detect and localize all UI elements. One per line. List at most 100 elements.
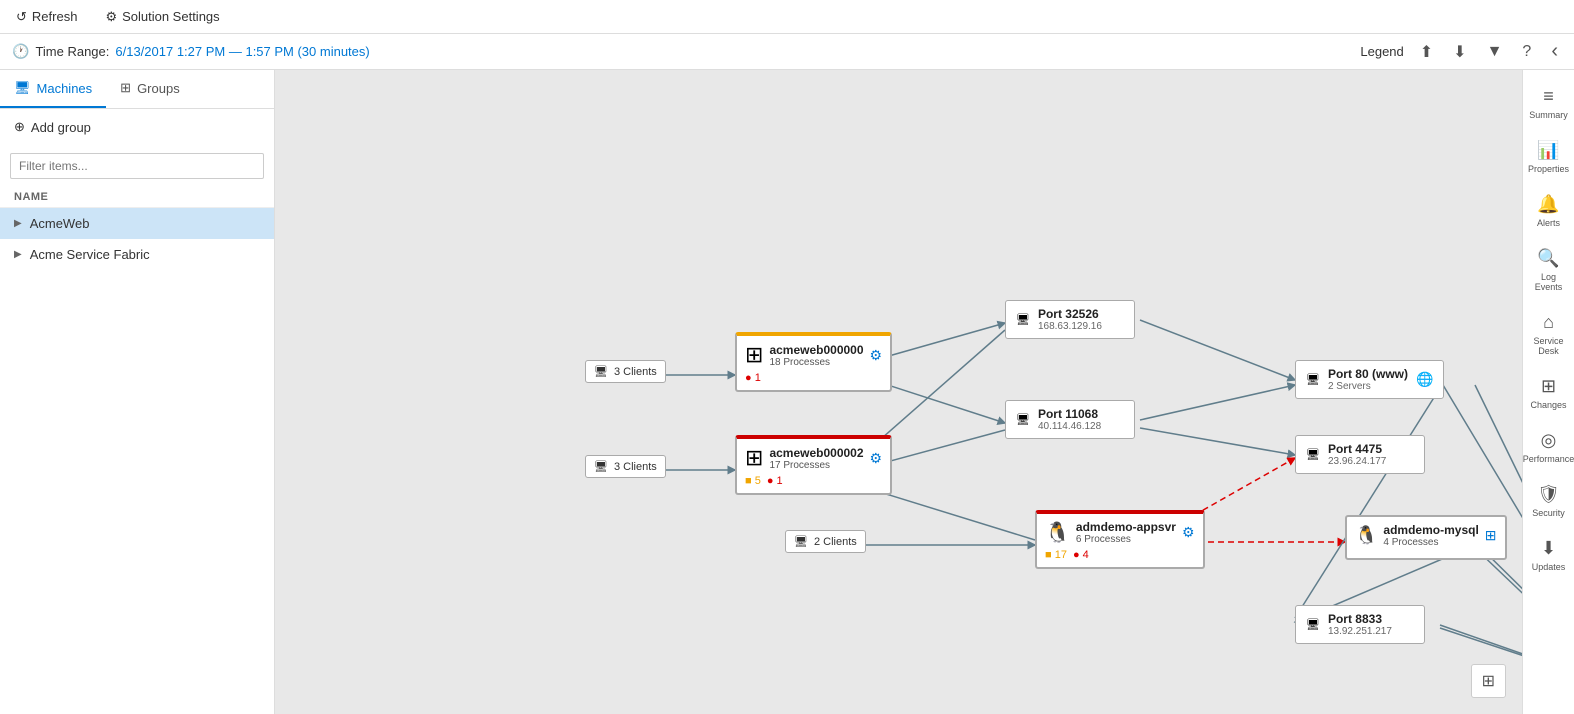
tab-machines-label: Machines [37, 81, 93, 96]
zoom-controls: ⊞ [1471, 664, 1506, 698]
filter-input[interactable] [10, 153, 264, 179]
port-node-32526[interactable]: 🖥 Port 32526 168.63.129.16 [1005, 300, 1135, 339]
port-icon-8833: 🖥 [1306, 618, 1320, 631]
machine-name-3: admdemo-appsvr [1076, 520, 1176, 534]
client-label-1: 3 Clients [614, 366, 657, 378]
name-header-label: NAME [14, 191, 48, 203]
solution-settings-label: Solution Settings [122, 9, 220, 24]
chevron-right-icon: ▶ [14, 249, 22, 260]
windows-icon-2: ⊞ [745, 445, 763, 471]
log-events-button[interactable]: 🔍 Log Events [1523, 240, 1574, 300]
list-header: NAME [0, 187, 274, 208]
add-group-button[interactable]: ⊕ Add group [0, 109, 274, 145]
list-item-acmeweb[interactable]: ▶ AcmeWeb [0, 208, 274, 239]
summary-button[interactable]: ≡ Summary [1523, 78, 1574, 128]
port-info-80: Port 80 (www) 2 Servers [1328, 367, 1408, 392]
log-events-icon: 🔍 [1537, 248, 1559, 269]
port-icon-80: 🖥 [1306, 373, 1320, 386]
port-name-8833: Port 8833 [1328, 612, 1392, 626]
client-node-3[interactable]: 🖥 2 Clients [785, 530, 866, 553]
time-range-right: Legend ⬆ ⬇ ▼ ? ‹ [1360, 36, 1562, 67]
port-name-4475: Port 4475 [1328, 442, 1386, 456]
updates-button[interactable]: ⬇ Updates [1523, 530, 1574, 580]
summary-icon: ≡ [1543, 86, 1554, 107]
client-label-3: 2 Clients [814, 536, 857, 548]
port-name-32526: Port 32526 [1038, 307, 1102, 321]
port-icon-11068: 🖥 [1016, 413, 1030, 426]
security-label: Security [1532, 508, 1565, 518]
legend-label: Legend [1360, 44, 1403, 59]
solution-settings-button[interactable]: ⚙ Solution Settings [99, 5, 225, 29]
time-range-label: Time Range: [35, 44, 109, 59]
right-sidebar: ≡ Summary 📊 Properties 🔔 Alerts 🔍 Log Ev… [1522, 70, 1574, 714]
port-info-8833: Port 8833 13.92.251.217 [1328, 612, 1392, 637]
groups-icon: ⊞ [120, 80, 131, 96]
list-item-acme-service-fabric[interactable]: ▶ Acme Service Fabric [0, 239, 274, 270]
chevron-down-icon: ▶ [14, 218, 22, 229]
main-layout: 🖥 Machines ⊞ Groups ⊕ Add group NAME ▶ A… [0, 70, 1574, 714]
collapse-up-button[interactable]: ⬆ [1416, 38, 1437, 66]
badge-red-1: ● 1 [745, 372, 761, 384]
client-node-1[interactable]: 🖥 3 Clients [585, 360, 666, 383]
machine-acmeweb000000[interactable]: ⊞ acmeweb000000 18 Processes ⚙ ● 1 [735, 332, 892, 392]
close-panel-button[interactable]: ‹ [1547, 36, 1562, 67]
port-name-11068: Port 11068 [1038, 407, 1101, 421]
port-ip-32526: 168.63.129.16 [1038, 321, 1102, 332]
tab-machines[interactable]: 🖥 Machines [0, 70, 106, 108]
security-button[interactable]: 🛡 Security [1523, 476, 1574, 526]
machine-name-1: acmeweb000000 [769, 343, 863, 357]
performance-label: Performance [1523, 454, 1574, 464]
top-toolbar: ↺ Refresh ⚙ Solution Settings [0, 0, 1574, 34]
port-node-4475[interactable]: 🖥 Port 4475 23.96.24.177 [1295, 435, 1425, 474]
port-node-80[interactable]: 🖥 Port 80 (www) 2 Servers 🌐 [1295, 360, 1444, 399]
changes-icon: ⊞ [1541, 376, 1556, 397]
port-node-8833[interactable]: 🖥 Port 8833 13.92.251.217 [1295, 605, 1425, 644]
machine-admdemo-appsvr[interactable]: 🐧 admdemo-appsvr 6 Processes ⚙ ■ 17 ● 4 [1035, 510, 1205, 569]
list-item-acme-service-fabric-label: Acme Service Fabric [30, 247, 150, 262]
filter-button[interactable]: ▼ [1483, 39, 1507, 65]
alerts-button[interactable]: 🔔 Alerts [1523, 186, 1574, 236]
performance-icon: ◎ [1541, 430, 1557, 451]
service-desk-button[interactable]: ⌂ Service Desk [1523, 304, 1574, 364]
properties-button[interactable]: 📊 Properties [1523, 132, 1574, 182]
port-ip-4475: 23.96.24.177 [1328, 456, 1386, 467]
zoom-fit-button[interactable]: ⊞ [1476, 669, 1501, 693]
badge-red-2: ● 1 [767, 475, 783, 487]
port-servers-80: 2 Servers [1328, 381, 1408, 392]
changes-button[interactable]: ⊞ Changes [1523, 368, 1574, 418]
machine-proc-3: 6 Processes [1076, 534, 1176, 545]
badge-yellow-3: ■ 17 [1045, 549, 1067, 561]
port-ip-8833: 13.92.251.217 [1328, 626, 1392, 637]
machine-acmeweb000002[interactable]: ⊞ acmeweb000002 17 Processes ⚙ ■ 5 ● 1 [735, 435, 892, 495]
add-group-icon: ⊕ [14, 119, 25, 135]
tab-groups[interactable]: ⊞ Groups [106, 70, 194, 108]
port-info-11068: Port 11068 40.114.46.128 [1038, 407, 1101, 432]
machine-settings-icon-3: ⚙ [1182, 524, 1195, 541]
machine-proc-mysql: 4 Processes [1383, 537, 1478, 548]
log-events-label: Log Events [1527, 272, 1570, 292]
collapse-down-button[interactable]: ⬇ [1449, 38, 1470, 66]
left-sidebar: 🖥 Machines ⊞ Groups ⊕ Add group NAME ▶ A… [0, 70, 275, 714]
badge-yellow-2: ■ 5 [745, 475, 761, 487]
client-icon-1: 🖥 [594, 365, 608, 378]
alerts-icon: 🔔 [1537, 194, 1559, 215]
port-icon-4475: 🖥 [1306, 448, 1320, 461]
performance-button[interactable]: ◎ Performance [1523, 422, 1574, 472]
add-group-label: Add group [31, 120, 91, 135]
port-name-80: Port 80 (www) [1328, 367, 1408, 381]
machine-admdemo-mysql[interactable]: 🐧 admdemo-mysql 4 Processes ⊞ [1345, 515, 1507, 560]
linux-icon-mysql: 🐧 [1355, 525, 1377, 546]
refresh-button[interactable]: ↺ Refresh [10, 5, 83, 29]
refresh-icon: ↺ [16, 9, 27, 25]
main-canvas[interactable]: 🖥 3 Clients 🖥 3 Clients 🖥 2 Clients ⊞ ac… [275, 70, 1522, 714]
client-node-2[interactable]: 🖥 3 Clients [585, 455, 666, 478]
updates-icon: ⬇ [1541, 538, 1556, 559]
machines-icon: 🖥 [14, 80, 31, 96]
security-icon: 🛡 [1537, 484, 1560, 505]
service-desk-icon: ⌂ [1543, 312, 1554, 333]
machine-name-2: acmeweb000002 [769, 446, 863, 460]
help-button[interactable]: ? [1518, 39, 1535, 65]
port-info-32526: Port 32526 168.63.129.16 [1038, 307, 1102, 332]
time-range-value: 6/13/2017 1:27 PM — 1:57 PM (30 minutes) [115, 44, 369, 59]
port-node-11068[interactable]: 🖥 Port 11068 40.114.46.128 [1005, 400, 1135, 439]
